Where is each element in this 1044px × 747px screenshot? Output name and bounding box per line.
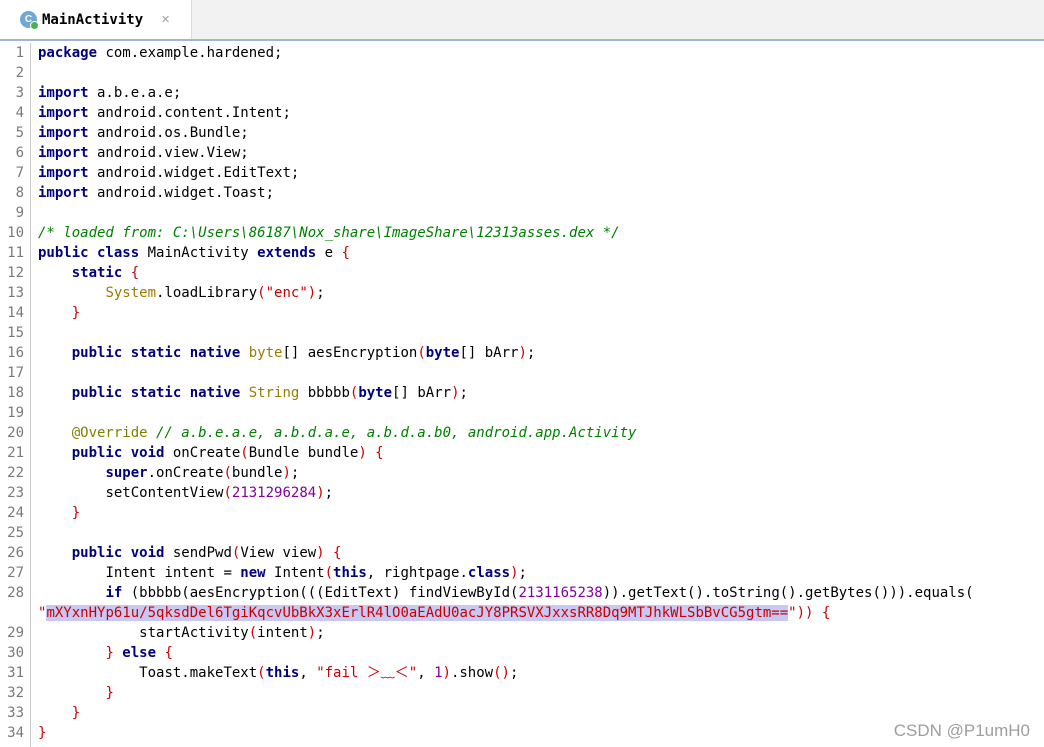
code-line: 29 startActivity(intent); bbox=[7, 625, 325, 641]
code-line: 12 static { bbox=[7, 265, 140, 281]
code-line: 22 super.onCreate(bundle); bbox=[7, 465, 300, 481]
code-line: 3 import a.b.e.a.e; bbox=[15, 85, 182, 101]
code-line: 4 import android.content.Intent; bbox=[15, 105, 291, 121]
code-line: 31 Toast.makeText(this, "fail ＞﹏＜", 1).s… bbox=[7, 665, 519, 681]
code-line: 20 @Override // a.b.e.a.e, a.b.d.a.e, a.… bbox=[7, 425, 637, 441]
tab-title: MainActivity bbox=[42, 11, 144, 28]
code-line: 7 import android.widget.EditText; bbox=[15, 165, 300, 181]
code-line: 10/* loaded from: C:\Users\86187\Nox_sha… bbox=[7, 225, 620, 241]
code-line: 26 public void sendPwd(View view) { bbox=[7, 545, 342, 561]
code-line: 6 import android.view.View; bbox=[15, 145, 249, 161]
code-line-wrapped: "mXYxnHYp61u/5qksdDel6TgiKqcvUbBkX3xErlR… bbox=[38, 605, 831, 621]
code-line: 8 import android.widget.Toast; bbox=[15, 185, 275, 201]
code-line: 17 bbox=[7, 365, 24, 381]
csdn-watermark: CSDN @P1umH0 bbox=[893, 721, 1030, 740]
code-line: 21 public void onCreate(Bundle bundle) { bbox=[7, 445, 384, 461]
code-line: 14 } bbox=[7, 305, 81, 321]
code-area[interactable]: 1 package com.example.hardened; 2 3 import… bbox=[7, 43, 1044, 747]
code-line: 27 Intent intent = new Intent(this, righ… bbox=[7, 565, 527, 581]
code-line: 13 System.loadLibrary("enc"); bbox=[7, 285, 325, 301]
code-line: 33 } bbox=[7, 705, 81, 721]
code-line: 5 import android.os.Bundle; bbox=[15, 125, 249, 141]
code-line: 24 } bbox=[7, 505, 81, 521]
code-line: 11 public class MainActivity extends e { bbox=[7, 245, 350, 261]
editor-tab-bar: C MainActivity × bbox=[0, 0, 1044, 41]
code-line: 15 bbox=[7, 325, 24, 341]
close-icon[interactable]: × bbox=[161, 11, 170, 28]
tab-main-activity[interactable]: C MainActivity × bbox=[0, 0, 192, 39]
code-line: 16 public static native byte[] aesEncryp… bbox=[7, 345, 536, 361]
code-line: 25 bbox=[7, 525, 24, 541]
code-line: 32 } bbox=[7, 685, 114, 701]
code-line: 1 package com.example.hardened; bbox=[15, 45, 283, 61]
code-line: 28 if (bbbbb(aesEncryption(((EditText) f… bbox=[7, 585, 974, 601]
code-line: 2 bbox=[15, 65, 24, 81]
code-editor[interactable]: 1 package com.example.hardened; 2 3 import… bbox=[0, 43, 1044, 747]
code-line: 23 setContentView(2131296284); bbox=[7, 485, 334, 501]
code-line: 19 bbox=[7, 405, 24, 421]
code-line: 9 bbox=[15, 205, 24, 221]
code-line: 18 public static native String bbbbb(byt… bbox=[7, 385, 468, 401]
selected-base64-string[interactable]: mXYxnHYp61u/5qksdDel6TgiKqcvUbBkX3xErlR4… bbox=[46, 605, 789, 621]
java-class-icon: C bbox=[20, 11, 39, 30]
code-line: 30 } else { bbox=[7, 645, 173, 661]
